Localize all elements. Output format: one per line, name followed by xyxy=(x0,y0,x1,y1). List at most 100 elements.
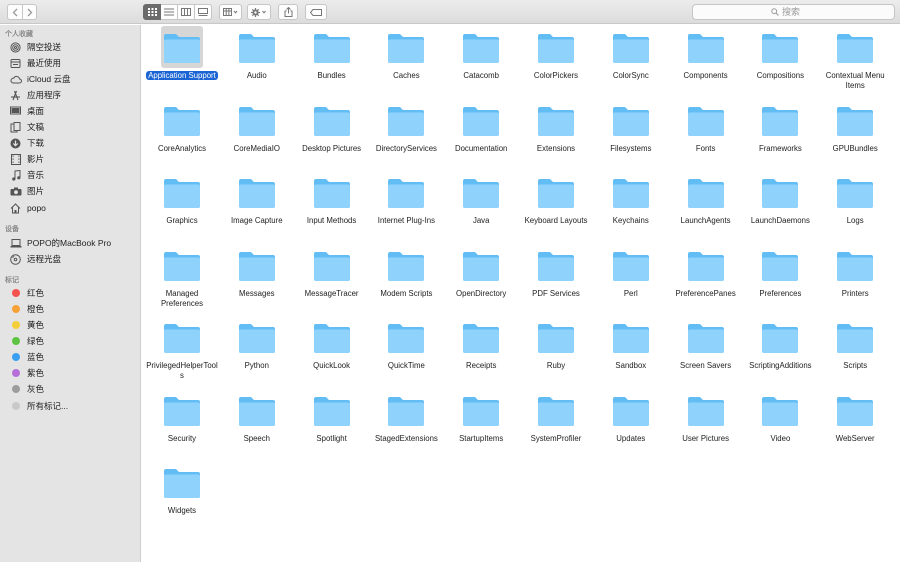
sidebar-tag-gray[interactable]: 灰色 xyxy=(9,382,137,396)
folder-item[interactable]: Receipts xyxy=(444,315,518,385)
folder-item[interactable]: Filesystems xyxy=(594,98,668,168)
folder-item[interactable]: Scripts xyxy=(818,315,892,385)
folder-item[interactable]: Frameworks xyxy=(743,98,817,168)
folder-item[interactable]: Caches xyxy=(369,25,443,95)
sidebar-item-recents[interactable]: 最近使用 xyxy=(9,56,137,70)
folder-item[interactable]: Security xyxy=(145,388,219,458)
folder-item[interactable]: Documentation xyxy=(444,98,518,168)
folder-item[interactable]: Screen Savers xyxy=(669,315,743,385)
folder-item[interactable]: Graphics xyxy=(145,170,219,240)
folder-item[interactable]: MessageTracer xyxy=(295,243,369,313)
folder-item[interactable]: Components xyxy=(669,25,743,95)
folder-item[interactable]: DirectoryServices xyxy=(369,98,443,168)
folder-item[interactable]: Internet Plug-Ins xyxy=(369,170,443,240)
folder-item[interactable]: ScriptingAdditions xyxy=(743,315,817,385)
share-button[interactable] xyxy=(278,4,298,20)
sidebar-tag-orange[interactable]: 橙色 xyxy=(9,302,137,316)
sidebar-item-remote-disc[interactable]: 远程光盘 xyxy=(9,252,137,266)
sidebar-item-macbook[interactable]: POPO的MacBook Pro xyxy=(9,236,137,250)
folder-label: Fonts xyxy=(669,144,743,154)
folder-item[interactable]: Video xyxy=(743,388,817,458)
folder-item[interactable]: Keyboard Layouts xyxy=(519,170,593,240)
folder-item[interactable]: User Pictures xyxy=(669,388,743,458)
folder-item[interactable]: SystemProfiler xyxy=(519,388,593,458)
folder-icon xyxy=(687,179,724,208)
folder-item[interactable]: Contextual Menu Items xyxy=(818,25,892,95)
sidebar-item-airdrop[interactable]: 隔空投送 xyxy=(9,40,137,54)
sidebar-item-label: 黄色 xyxy=(27,320,45,330)
sidebar-tag-purple[interactable]: 紫色 xyxy=(9,366,137,380)
folder-item[interactable]: QuickLook xyxy=(295,315,369,385)
sidebar-tag-yellow[interactable]: 黄色 xyxy=(9,318,137,332)
folder-item[interactable]: StartupItems xyxy=(444,388,518,458)
sidebar-tag-all[interactable]: 所有标记... xyxy=(9,399,137,413)
folder-item[interactable]: Ruby xyxy=(519,315,593,385)
folder-item[interactable]: ColorPickers xyxy=(519,25,593,95)
folder-icon xyxy=(463,396,500,426)
folder-item[interactable]: Input Methods xyxy=(295,170,369,240)
sidebar-item-music[interactable]: 音乐 xyxy=(9,168,137,182)
folder-item[interactable]: Image Capture xyxy=(220,170,294,240)
folder-item[interactable]: Spotlight xyxy=(295,388,369,458)
folder-item[interactable]: Java xyxy=(444,170,518,240)
folder-item[interactable]: Printers xyxy=(818,243,892,313)
folder-item[interactable]: Updates xyxy=(594,388,668,458)
folder-item[interactable]: PrivilegedHelperTools xyxy=(145,315,219,385)
folder-item[interactable]: Extensions xyxy=(519,98,593,168)
sidebar-item-icloud[interactable]: iCloud 云盘 xyxy=(9,72,137,86)
folder-item[interactable]: CoreAnalytics xyxy=(145,98,219,168)
sidebar-item-home[interactable]: popo xyxy=(9,201,137,215)
folder-item[interactable]: Desktop Pictures xyxy=(295,98,369,168)
back-button[interactable] xyxy=(7,4,22,20)
sidebar-tag-red[interactable]: 红色 xyxy=(9,286,137,300)
folder-item[interactable]: QuickTime xyxy=(369,315,443,385)
folder-item[interactable]: Sandbox xyxy=(594,315,668,385)
folder-item[interactable]: OpenDirectory xyxy=(444,243,518,313)
folder-item[interactable]: StagedExtensions xyxy=(369,388,443,458)
icon-view-button[interactable] xyxy=(143,4,161,20)
folder-item[interactable]: Modem Scripts xyxy=(369,243,443,313)
sidebar-tag-blue[interactable]: 蓝色 xyxy=(9,350,137,364)
forward-button[interactable] xyxy=(22,4,37,20)
folder-item[interactable]: Managed Preferences xyxy=(145,243,219,313)
search-field[interactable] xyxy=(692,4,895,20)
folder-item[interactable]: CoreMediaIO xyxy=(220,98,294,168)
sidebar-item-downloads[interactable]: 下载 xyxy=(9,136,137,150)
column-view-button[interactable] xyxy=(178,4,195,20)
folder-item[interactable]: Catacomb xyxy=(444,25,518,95)
folder-item[interactable]: Preferences xyxy=(743,243,817,313)
sidebar-tag-green[interactable]: 绿色 xyxy=(9,334,137,348)
folder-item[interactable]: Widgets xyxy=(145,460,219,530)
folder-item[interactable]: Audio xyxy=(220,25,294,95)
search-input[interactable] xyxy=(782,7,816,17)
folder-item[interactable]: GPUBundles xyxy=(818,98,892,168)
folder-item[interactable]: Perl xyxy=(594,243,668,313)
sidebar-item-label: 影片 xyxy=(27,154,45,164)
sidebar-item-applications[interactable]: 应用程序 xyxy=(9,88,137,102)
sidebar-item-desktop[interactable]: 桌面 xyxy=(9,104,137,118)
folder-item[interactable]: Python xyxy=(220,315,294,385)
folder-item[interactable]: Messages xyxy=(220,243,294,313)
folder-label: Java xyxy=(444,216,518,226)
folder-item[interactable]: ColorSync xyxy=(594,25,668,95)
group-by-button[interactable] xyxy=(219,4,242,20)
folder-item[interactable]: LaunchAgents xyxy=(669,170,743,240)
folder-item[interactable]: Logs xyxy=(818,170,892,240)
edit-tags-button[interactable] xyxy=(305,4,327,20)
sidebar-item-documents[interactable]: 文稿 xyxy=(9,120,137,134)
gallery-view-button[interactable] xyxy=(195,4,212,20)
folder-item[interactable]: Application Support xyxy=(145,25,219,95)
folder-item[interactable]: Bundles xyxy=(295,25,369,95)
folder-item[interactable]: Keychains xyxy=(594,170,668,240)
folder-item[interactable]: Compositions xyxy=(743,25,817,95)
sidebar-item-pictures[interactable]: 图片 xyxy=(9,184,137,198)
folder-item[interactable]: LaunchDaemons xyxy=(743,170,817,240)
list-view-button[interactable] xyxy=(161,4,178,20)
folder-item[interactable]: Fonts xyxy=(669,98,743,168)
folder-item[interactable]: WebServer xyxy=(818,388,892,458)
sidebar-item-movies[interactable]: 影片 xyxy=(9,152,137,166)
folder-item[interactable]: PreferencePanes xyxy=(669,243,743,313)
action-button[interactable] xyxy=(247,4,271,20)
folder-item[interactable]: Speech xyxy=(220,388,294,458)
folder-item[interactable]: PDF Services xyxy=(519,243,593,313)
